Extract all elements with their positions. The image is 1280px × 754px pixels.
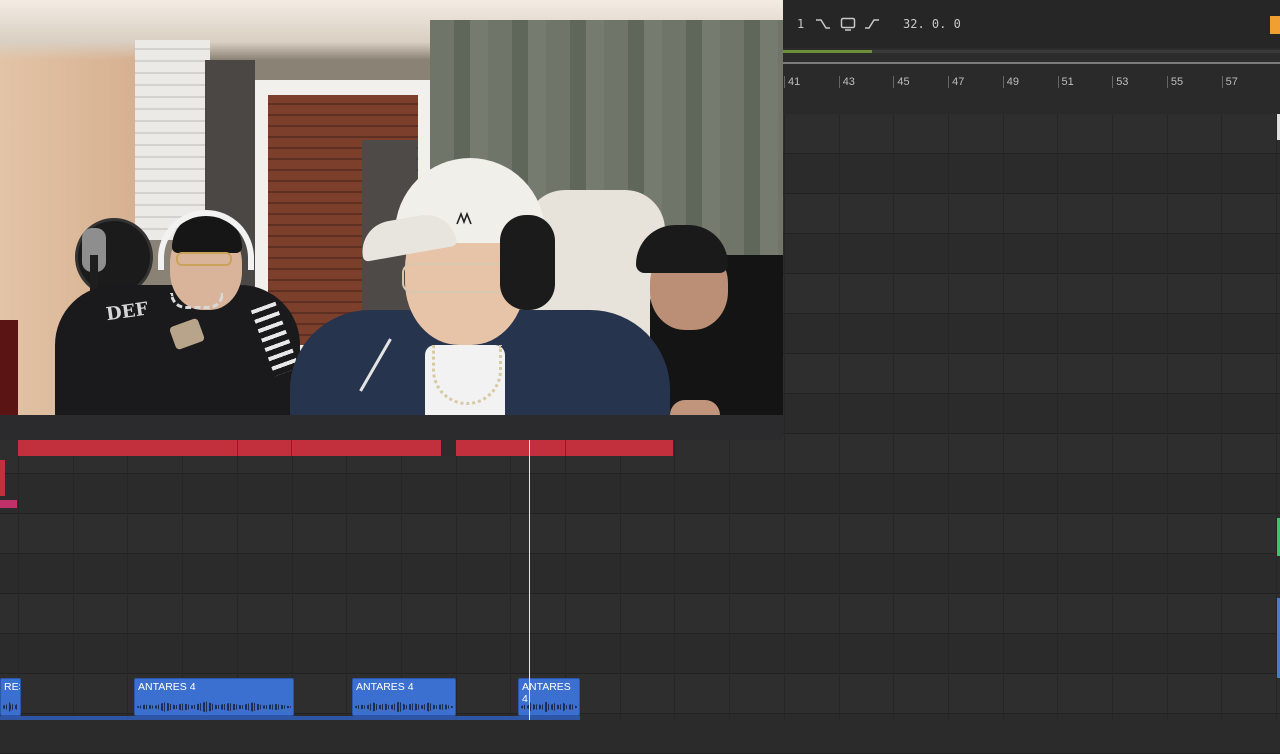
waveform: [137, 701, 291, 713]
track-lane[interactable]: [0, 634, 1280, 674]
ruler-tick: [893, 76, 895, 88]
bar-value[interactable]: 1: [797, 17, 804, 31]
desk: [0, 415, 783, 440]
webcam-overlay: DEF: [0, 0, 783, 440]
pink-clip-edge[interactable]: [0, 500, 17, 508]
overview-fill: [783, 50, 873, 53]
ruler-tick: [784, 76, 785, 88]
transport-bar: 1 32. 0. 0: [783, 0, 1280, 48]
ruler-tick: [1002, 76, 1004, 88]
audio-clip[interactable]: ANTARES 4: [134, 678, 294, 716]
ruler-bar-number: 45: [897, 76, 910, 88]
grid-line: [893, 114, 894, 720]
ruler-tick: [1221, 76, 1223, 88]
ruler-bar-number: 57: [1225, 76, 1238, 88]
red-device: [0, 320, 18, 415]
grid-line: [1221, 114, 1222, 720]
clip-divider: [237, 440, 238, 456]
grid-line: [784, 114, 785, 720]
track-lane[interactable]: [0, 474, 1280, 514]
grid-line: [1167, 114, 1168, 720]
red-clip-edge[interactable]: [0, 460, 5, 496]
chain: [170, 293, 224, 309]
clip-label: RES: [4, 681, 20, 693]
ruler-tick: [1112, 76, 1114, 88]
ruler-tick: [1057, 76, 1059, 88]
clip-gap: [441, 440, 456, 456]
beat-ruler[interactable]: 41 43 45 47 49 51 53 55 57: [783, 64, 1280, 114]
clip-divider: [565, 440, 566, 456]
hoodie-text: DEF: [104, 298, 150, 326]
glasses: [176, 252, 232, 266]
red-clip-lane[interactable]: [18, 440, 673, 456]
track-lane[interactable]: [0, 714, 1280, 754]
position-display[interactable]: 32. 0. 0: [903, 17, 961, 31]
cpu-indicator: [1270, 16, 1280, 34]
grid-line: [1057, 114, 1058, 720]
ruler-tick: [1166, 76, 1168, 88]
track-lane[interactable]: [0, 514, 1280, 554]
waveform: [3, 701, 18, 713]
audio-clip[interactable]: RES: [0, 678, 21, 716]
grid-line: [948, 114, 949, 720]
ruler-bar-number: 55: [1170, 76, 1184, 88]
clip-divider: [291, 440, 292, 456]
grid-line: [1003, 114, 1004, 720]
clip-lane-edge: [0, 716, 580, 720]
ruler-bar-number: 43: [842, 76, 855, 88]
playhead[interactable]: [529, 440, 530, 720]
loop-icon[interactable]: [840, 16, 856, 31]
ruler-bar-number: 51: [1061, 76, 1074, 88]
track-lane[interactable]: [0, 554, 1280, 594]
ruler-bar-number: 49: [1006, 76, 1020, 88]
overview-bar[interactable]: [783, 50, 1280, 53]
waveform: [355, 701, 453, 713]
clip-label: ANTARES 4: [138, 681, 196, 693]
ruler-tick: [948, 76, 950, 88]
audio-clip[interactable]: ANTARES 4: [352, 678, 456, 716]
audio-clip[interactable]: ANTARES 4: [518, 678, 580, 716]
ruler-bar-number: 53: [1116, 76, 1129, 88]
cap-logo: [455, 211, 475, 226]
track-lane[interactable]: [0, 594, 1280, 634]
ruler-bar-number: 41: [788, 76, 801, 88]
grid-line: [839, 114, 840, 720]
clip-label: ANTARES 4: [356, 681, 414, 693]
ruler-tick: [838, 76, 840, 88]
glasses: [402, 263, 512, 293]
clip-label: ANTARES 4: [522, 681, 571, 705]
fade-in-icon[interactable]: [864, 16, 880, 30]
grid-line: [1112, 114, 1113, 720]
ruler-bar-number: 47: [952, 76, 965, 88]
headphones-black: [500, 215, 555, 310]
fade-out-icon[interactable]: [815, 16, 831, 30]
